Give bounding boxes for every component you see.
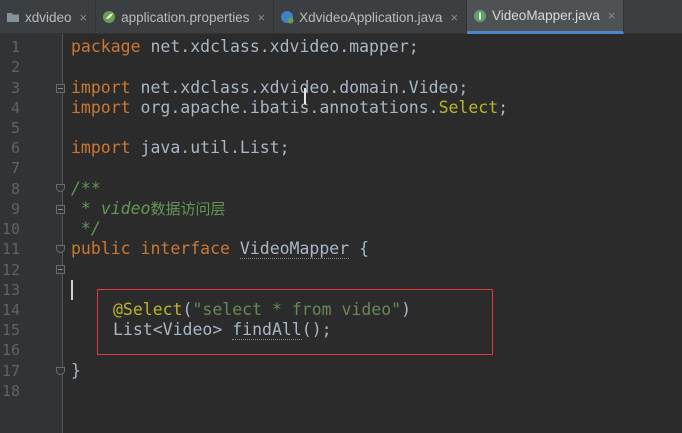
line-number: 5 [10,119,20,137]
line-number: 4 [10,99,20,117]
text-caret [71,280,73,300]
tab-xdvideo[interactable]: xdvideo × [0,0,97,34]
code-line-4: import org.apache.ibatis.annotations.Sel… [71,98,508,118]
line-number: 6 [10,139,20,157]
folder-icon [7,13,19,22]
interface-icon [474,9,487,22]
interface-name: VideoMapper [239,239,350,259]
brace: { [349,239,370,258]
annotation-highlight-box [97,289,493,355]
close-icon[interactable]: × [608,8,616,23]
keyword: import [71,78,131,97]
fold-imports-icon[interactable] [56,84,65,93]
package-name: net.xdclass.xdvideo.mapper; [140,37,419,56]
line-number: 15 [1,321,20,339]
tab-label: VideoMapper.java [492,8,600,23]
keyword: package [71,37,141,56]
tab-xdvideo-application[interactable]: XdvideoApplication.java × [274,0,468,34]
import-path: org.apache.ibatis.annotations. [130,98,439,117]
fold-end-icon[interactable] [56,245,65,253]
keyword: import [71,98,131,117]
line-number: 3 [10,79,20,97]
code-line-1: package net.xdclass.xdvideo.mapper; [71,37,419,57]
line-number: 16 [1,341,20,359]
tab-label: xdvideo [25,9,72,25]
spring-boot-class-icon [281,11,294,24]
doc-prefix: * [71,199,101,218]
editor-tab-bar: xdvideo × application.properties × Xdvid… [0,0,682,34]
fold-interface-icon[interactable] [56,265,65,274]
fold-comment-icon[interactable] [56,205,65,214]
line-number: 11 [1,240,20,258]
close-icon[interactable]: × [450,10,458,25]
line-number: 12 [1,261,20,279]
keyword: public [71,239,131,258]
tab-video-mapper[interactable]: VideoMapper.java × [467,0,625,34]
line-number: 8 [10,180,20,198]
code-line-10: */ [71,219,101,238]
code-line-8: /** [71,179,101,198]
tab-label: XdvideoApplication.java [299,9,443,25]
tab-label: application.properties [121,9,250,25]
spring-properties-icon [103,11,116,23]
line-number: 14 [1,301,20,319]
line-number: 18 [1,382,20,400]
code-line-9: * video数据访问层 [71,199,226,219]
mouse-ibeam-cursor-icon [302,88,308,104]
code-line-6: import java.util.List; [71,138,290,158]
doc-text-cjk: 数据访问层 [150,200,226,218]
line-number: 13 [1,281,20,299]
line-number: 17 [1,362,20,380]
import-path: net.xdclass.xdvideo.domain.Video; [130,78,469,97]
line-number: 9 [10,200,20,218]
annotation-name: Select [438,98,499,117]
import-path: java.util.List; [130,138,290,157]
code-line-11: public interface VideoMapper { [71,239,369,259]
fold-end-icon[interactable] [56,367,65,375]
line-number-gutter[interactable]: 1 2 3 4 5 6 7 8 9 10 11 12 13 14 15 16 1… [0,34,65,433]
close-icon[interactable]: × [257,10,265,25]
code-line-3: import net.xdclass.xdvideo.domain.Video; [71,78,468,98]
fold-end-icon[interactable] [56,184,65,192]
keyword: import [71,138,131,157]
line-number: 10 [1,220,20,238]
line-number: 7 [10,159,20,177]
code-line-17: } [71,361,81,380]
doc-text: video [100,199,151,218]
line-number: 1 [10,38,20,56]
semicolon: ; [498,98,509,117]
keyword: interface [130,239,240,258]
close-icon[interactable]: × [80,10,88,25]
tab-application-properties[interactable]: application.properties × [96,0,275,34]
line-number: 2 [10,58,20,76]
